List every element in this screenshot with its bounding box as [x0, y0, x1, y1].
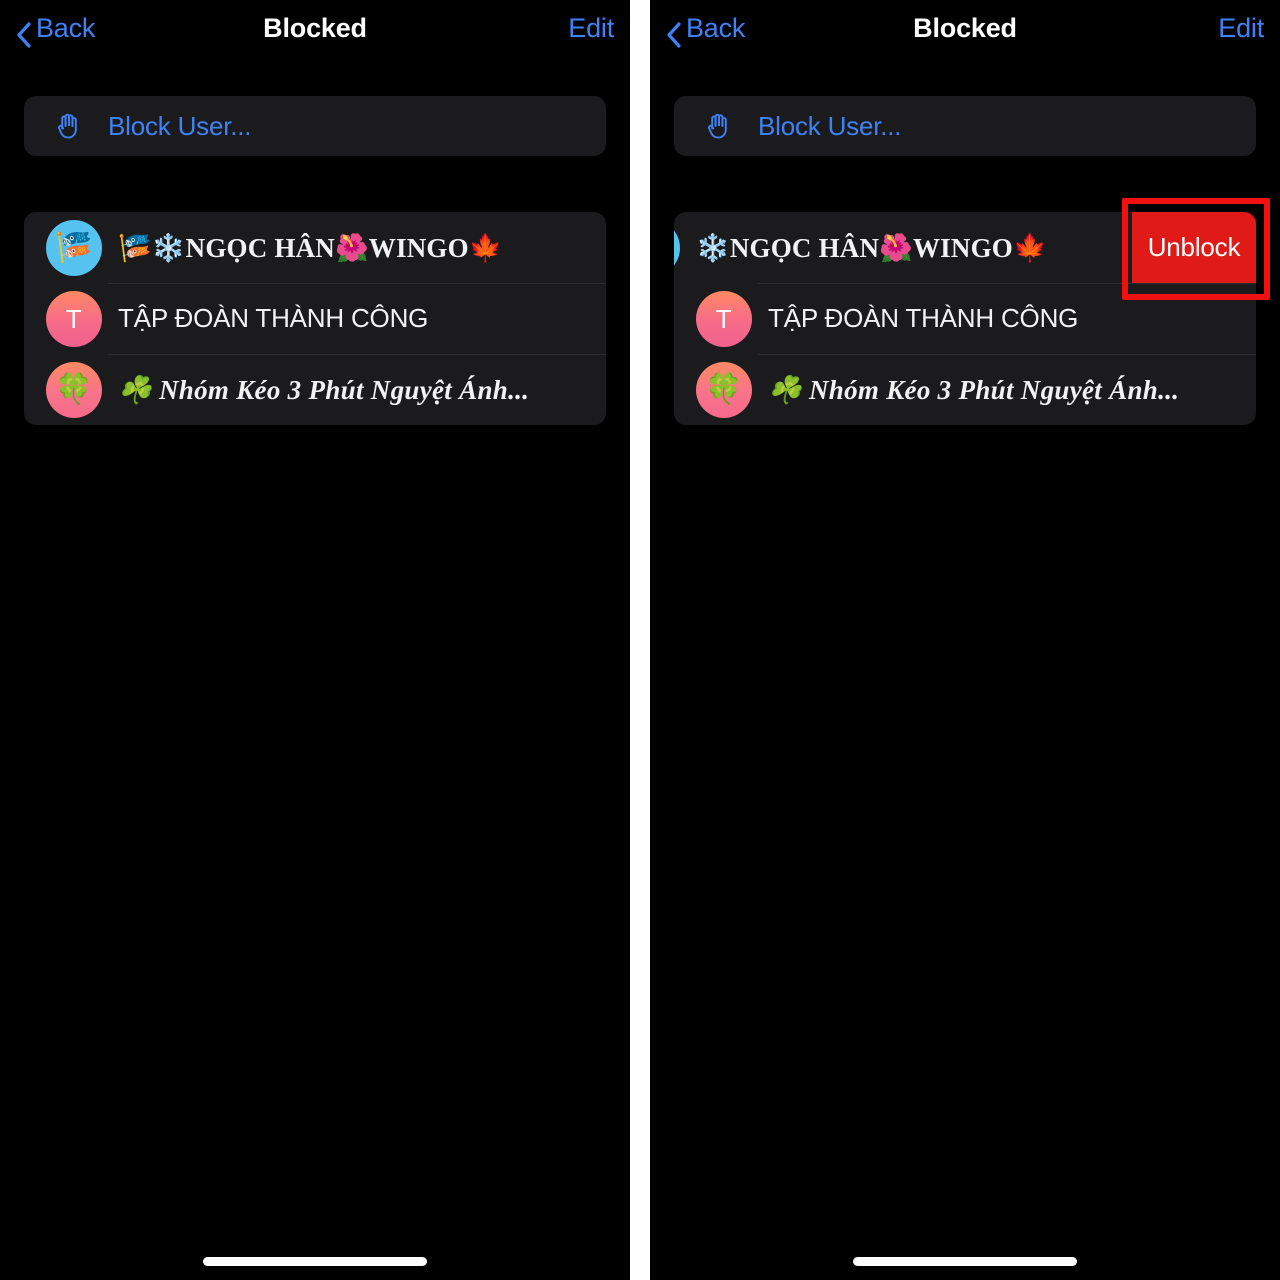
edit-button[interactable]: Edit: [568, 13, 614, 44]
back-button[interactable]: Back: [16, 12, 96, 48]
chevron-left-icon: [16, 21, 32, 48]
table-row[interactable]: T TẬP ĐOÀN THÀNH CÔNG: [674, 283, 1256, 354]
unblock-button[interactable]: Unblock: [1132, 212, 1256, 283]
contact-name: ☘️ Nhóm Kéo 3 Phút Nguyệt Ánh...: [118, 374, 530, 405]
avatar: 🍀: [696, 361, 752, 418]
screenshot-panel-before: Back Blocked Edit Block User... 🎏 🎏❄️NGỌ…: [0, 0, 630, 1280]
block-user-label: Block User...: [108, 110, 252, 141]
block-user-label: Block User...: [758, 110, 902, 141]
avatar: 🎏: [674, 219, 680, 276]
home-indicator: [203, 1257, 427, 1266]
contact-name: TẬP ĐOÀN THÀNH CÔNG: [118, 303, 429, 333]
table-row[interactable]: 🍀 ☘️ Nhóm Kéo 3 Phút Nguyệt Ánh...: [674, 354, 1256, 425]
table-row[interactable]: 🎏 🎏❄️NGỌC HÂN🌺WINGO🍁: [24, 212, 606, 283]
contact-name: TẬP ĐOÀN THÀNH CÔNG: [768, 303, 1079, 333]
avatar-initial: T: [715, 303, 733, 334]
back-button-label: Back: [36, 12, 96, 43]
two-panel-comparison: Back Blocked Edit Block User... 🎏 🎏❄️NGỌ…: [0, 0, 1280, 1280]
avatar-emoji: 🍀: [55, 372, 93, 406]
screenshot-panel-after: Back Blocked Edit Block User... ❄️NGỌC H…: [650, 0, 1280, 1280]
raised-hand-icon: [52, 109, 86, 143]
avatar-emoji: 🎏: [55, 230, 93, 264]
back-button-label: Back: [686, 12, 746, 43]
back-button[interactable]: Back: [666, 12, 746, 48]
contact-name: 🎏❄️NGỌC HÂN🌺WINGO🍁: [118, 232, 503, 263]
edit-button[interactable]: Edit: [1218, 13, 1264, 44]
avatar: 🎏: [46, 219, 102, 276]
avatar: T: [696, 290, 752, 347]
blocked-contacts-list: 🎏 🎏❄️NGỌC HÂN🌺WINGO🍁 T TẬP ĐOÀN THÀNH CÔ…: [24, 212, 606, 425]
swiped-row-content: 🎏 ❄️NGỌC HÂN🌺WINGO🍁: [674, 219, 1047, 276]
navigation-bar: Back Blocked Edit: [650, 0, 1280, 56]
table-row[interactable]: T TẬP ĐOÀN THÀNH CÔNG: [24, 283, 606, 354]
table-row[interactable]: 🎏 ❄️NGỌC HÂN🌺WINGO🍁 Unblock: [674, 212, 1256, 283]
raised-hand-icon: [702, 109, 736, 143]
home-indicator: [853, 1257, 1077, 1266]
panel-divider: [630, 0, 650, 1280]
avatar-initial: T: [65, 303, 83, 334]
avatar: 🍀: [46, 361, 102, 418]
blocked-contacts-list: 🎏 ❄️NGỌC HÂN🌺WINGO🍁 Unblock T TẬP ĐOÀN T…: [674, 212, 1256, 425]
block-user-row[interactable]: Block User...: [674, 96, 1256, 156]
avatar: T: [46, 290, 102, 347]
contact-name: ☘️ Nhóm Kéo 3 Phút Nguyệt Ánh...: [768, 374, 1180, 405]
block-user-row[interactable]: Block User...: [24, 96, 606, 156]
chevron-left-icon: [666, 21, 682, 48]
navigation-bar: Back Blocked Edit: [0, 0, 630, 56]
contact-name: ❄️NGỌC HÂN🌺WINGO🍁: [696, 232, 1047, 263]
avatar-emoji: 🍀: [705, 372, 743, 406]
table-row[interactable]: 🍀 ☘️ Nhóm Kéo 3 Phút Nguyệt Ánh...: [24, 354, 606, 425]
